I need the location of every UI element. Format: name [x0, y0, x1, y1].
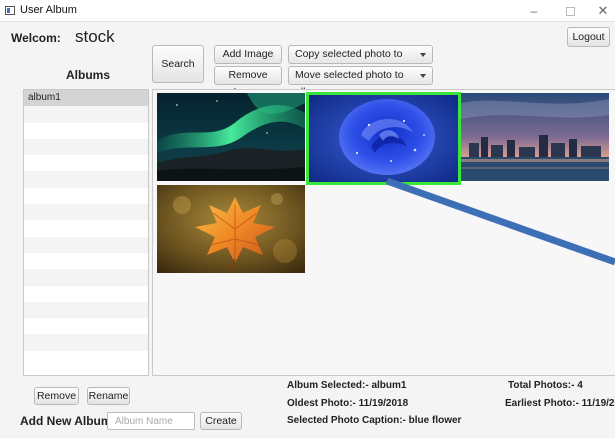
photo-gallery[interactable]	[152, 89, 615, 376]
album-selected-info: Album Selected:- album1	[287, 380, 407, 391]
add-image-button[interactable]: Add Image	[214, 45, 282, 64]
album-list-empty-row	[24, 301, 148, 319]
photo-thumbnail-city-skyline[interactable]	[461, 93, 609, 181]
album-list-empty-row	[24, 220, 148, 236]
album-list-empty-row	[24, 138, 148, 156]
album-list-empty-row	[24, 269, 148, 286]
album-list-empty-row	[24, 318, 148, 334]
album-list[interactable]: album1	[23, 89, 149, 376]
album-list-empty-row	[24, 236, 148, 253]
album-name-input[interactable]	[107, 412, 195, 430]
window-titlebar: User Album – ✕	[0, 0, 615, 22]
album-list-empty-row	[24, 204, 148, 221]
username-label: stock	[75, 27, 115, 46]
album-list-empty-row	[24, 286, 148, 302]
album-list-empty-row	[24, 123, 148, 139]
photo-caption-info: Selected Photo Caption:- blue flower	[287, 415, 462, 426]
close-icon[interactable]: ✕	[592, 2, 614, 20]
maximize-icon[interactable]	[559, 2, 581, 20]
welcome-label: Welcom:	[11, 31, 61, 45]
album-list-empty-row	[24, 351, 148, 367]
photo-thumbnail-blue-rose[interactable]	[306, 92, 461, 185]
album-list-empty-row	[24, 334, 148, 351]
photo-thumbnail-aurora[interactable]	[157, 93, 305, 181]
search-button[interactable]: Search	[152, 45, 204, 83]
albums-heading: Albums	[66, 68, 111, 82]
create-album-button[interactable]: Create	[200, 412, 242, 430]
minimize-icon[interactable]: –	[523, 2, 545, 20]
oldest-photo-info: Oldest Photo:- 11/19/2018	[287, 398, 409, 409]
album-list-empty-row	[24, 106, 148, 123]
move-to-album-dropdown[interactable]: Move selected photo to album	[288, 66, 433, 98]
album-list-empty-row	[24, 253, 148, 269]
logout-button[interactable]: Logout	[567, 27, 610, 47]
album-list-empty-row	[24, 188, 148, 204]
remove-album-button[interactable]: Remove	[34, 387, 79, 405]
chevron-down-icon	[420, 74, 426, 78]
chevron-down-icon	[420, 53, 426, 57]
rename-album-button[interactable]: Rename	[87, 387, 130, 405]
album-list-item[interactable]: album1	[24, 90, 148, 107]
add-new-album-label: Add New Album:	[20, 414, 116, 428]
copy-to-album-dropdown[interactable]: Copy selected photo to album	[288, 45, 433, 77]
photo-thumbnail-autumn-leaf[interactable]	[157, 185, 305, 273]
remove-image-button[interactable]: Remove Image	[214, 66, 282, 98]
album-list-empty-row	[24, 171, 148, 188]
album-list-empty-row	[24, 155, 148, 171]
total-photos-info: Total Photos:- 4	[508, 380, 583, 391]
app-window-icon	[5, 6, 15, 15]
earliest-photo-info: Earliest Photo:- 11/19/2018	[505, 398, 615, 409]
window-title: User Album	[20, 4, 77, 16]
